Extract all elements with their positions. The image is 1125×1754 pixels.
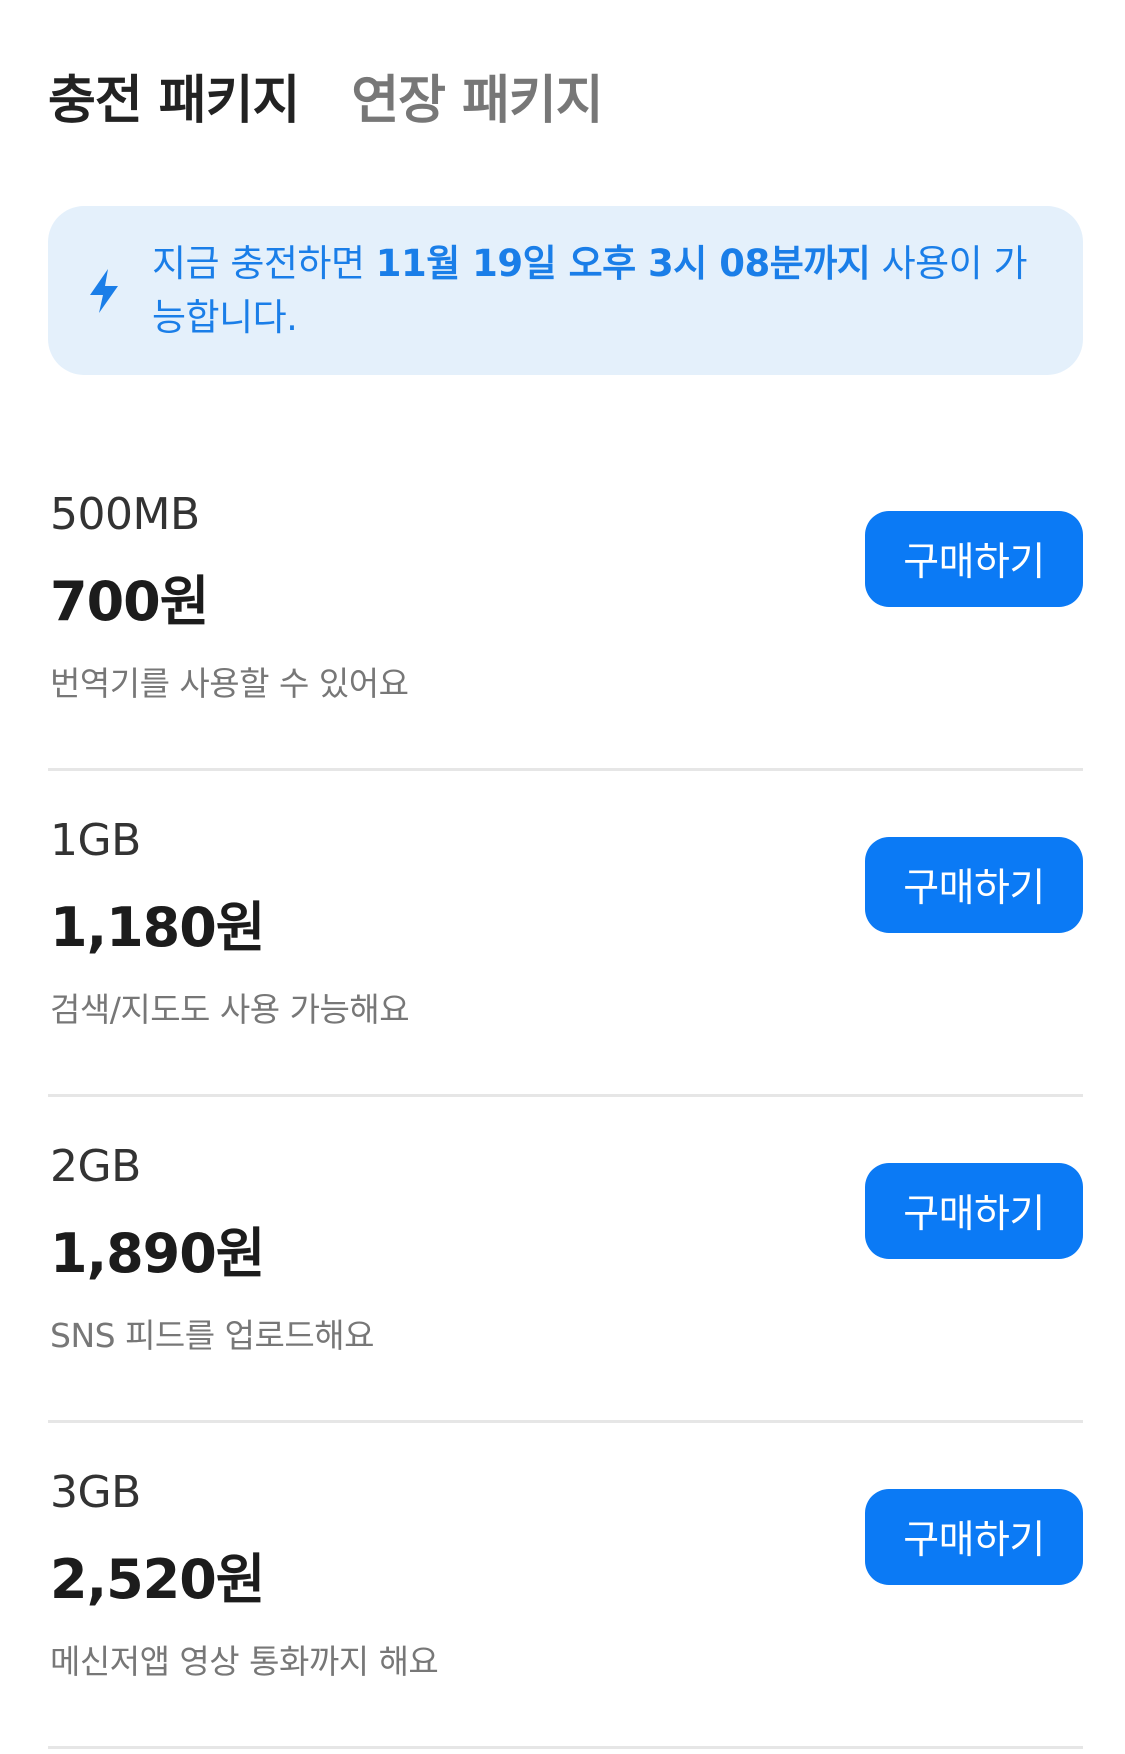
package-size: 500MB — [50, 489, 200, 540]
buy-button-500mb[interactable]: 구매하기 — [865, 511, 1083, 607]
package-item-2gb: 2GB 1,890원 SNS 피드를 업로드해요 구매하기 — [48, 1097, 1083, 1423]
lightning-bolt-icon — [90, 268, 118, 313]
buy-button-1gb[interactable]: 구매하기 — [865, 837, 1083, 933]
package-description: 번역기를 사용할 수 있어요 — [50, 664, 409, 703]
package-description: 검색/지도도 사용 가능해요 — [50, 990, 410, 1029]
package-list: 500MB 700원 번역기를 사용할 수 있어요 구매하기 1GB 1,180… — [48, 445, 1083, 1749]
package-price: 2,520원 — [50, 1548, 265, 1611]
package-price: 700원 — [50, 570, 209, 633]
package-price: 1,180원 — [50, 896, 265, 959]
tab-charge-package[interactable]: 충전 패키지 — [48, 58, 300, 133]
charge-notice-banner: 지금 충전하면 11월 19일 오후 3시 08분까지 사용이 가능합니다. — [48, 206, 1083, 375]
package-description: SNS 피드를 업로드해요 — [50, 1316, 374, 1355]
package-item-3gb: 3GB 2,520원 메신저앱 영상 통화까지 해요 구매하기 — [48, 1423, 1083, 1749]
buy-button-3gb[interactable]: 구매하기 — [865, 1489, 1083, 1585]
tab-extend-package[interactable]: 연장 패키지 — [351, 58, 603, 133]
notice-prefix: 지금 충전하면 — [152, 241, 376, 285]
buy-button-2gb[interactable]: 구매하기 — [865, 1163, 1083, 1259]
package-tabs: 충전 패키지 연장 패키지 — [48, 0, 1077, 185]
notice-highlight: 11월 19일 오후 3시 08분까지 — [375, 241, 871, 285]
package-size: 2GB — [50, 1141, 141, 1192]
package-size: 1GB — [50, 815, 141, 866]
package-description: 메신저앱 영상 통화까지 해요 — [50, 1642, 439, 1681]
notice-text: 지금 충전하면 11월 19일 오후 3시 08분까지 사용이 가능합니다. — [152, 237, 1043, 345]
package-price: 1,890원 — [50, 1222, 265, 1285]
package-item-1gb: 1GB 1,180원 검색/지도도 사용 가능해요 구매하기 — [48, 771, 1083, 1097]
package-item-500mb: 500MB 700원 번역기를 사용할 수 있어요 구매하기 — [48, 445, 1083, 771]
package-size: 3GB — [50, 1467, 141, 1518]
data-package-page: 충전 패키지 연장 패키지 지금 충전하면 11월 19일 오후 3시 08분까… — [0, 0, 1125, 1754]
